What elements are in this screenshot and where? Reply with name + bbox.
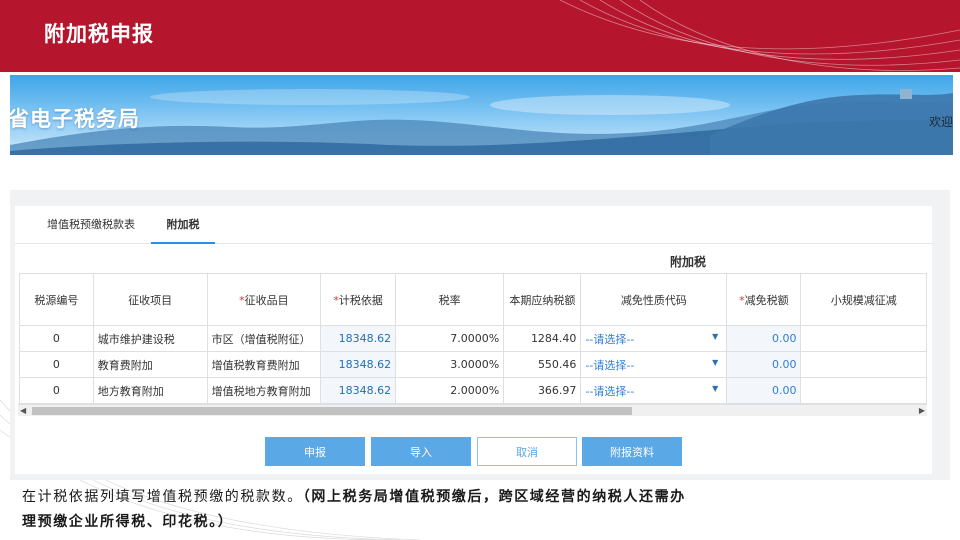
relief-code-select[interactable]: --请选择-- ▼	[580, 377, 728, 404]
caret-down-icon: ▼	[712, 332, 719, 341]
cell-source-no: 0	[19, 325, 94, 352]
basis-input[interactable]: 18348.62	[320, 377, 397, 404]
col-relief-amount: *减免税额	[726, 273, 802, 326]
cell-rate: 7.0000%	[395, 325, 505, 352]
col-tax: 本期应纳税额	[503, 273, 582, 326]
table-header-row: 税源编号 征收项目 *征收品目 *计税依据 税率 本期应纳税额 减免性质代码 *…	[19, 273, 927, 326]
cell-source-no: 0	[19, 351, 94, 378]
welcome-text: 欢迎	[928, 115, 953, 129]
cell-item: 教育费附加	[92, 351, 208, 378]
cell-rate: 2.0000%	[395, 377, 505, 404]
basis-input[interactable]: 18348.62	[320, 325, 397, 352]
title-bar: 附加税申报	[0, 0, 960, 72]
cell-sub-item: 增值税教育费附加	[206, 351, 322, 378]
relief-code-select[interactable]: --请选择-- ▼	[580, 351, 728, 378]
triangle-right-icon[interactable]: ▶	[919, 406, 925, 415]
cancel-button[interactable]: 取消	[477, 437, 577, 466]
banner-title: 省电子税务局	[10, 107, 140, 131]
cell-item: 城市维护建设税	[92, 325, 208, 352]
relief-amount-input[interactable]: 0.00	[726, 377, 802, 404]
group-header-surtax: 附加税	[669, 255, 706, 269]
tax-form-panel: 增值税预缴税款表 附加税 附加税 税源编号 征收项目 *征收品目 *计税依据 税…	[15, 206, 932, 474]
relief-amount-input[interactable]: 0.00	[726, 351, 802, 378]
cell-rate: 3.0000%	[395, 351, 505, 378]
col-basis: *计税依据	[320, 273, 397, 326]
tab-surtax[interactable]: 附加税	[151, 206, 215, 244]
import-button[interactable]: 导入	[371, 437, 471, 466]
cell-small-scale	[800, 325, 927, 352]
triangle-left-icon[interactable]: ◀	[20, 406, 26, 415]
col-source-no: 税源编号	[19, 273, 94, 326]
col-sub-item: *征收品目	[206, 273, 322, 326]
caret-down-icon: ▼	[712, 358, 719, 367]
surtax-table: 税源编号 征收项目 *征收品目 *计税依据 税率 本期应纳税额 减免性质代码 *…	[19, 273, 927, 405]
scrollbar-thumb[interactable]	[32, 407, 632, 415]
table-row: 0 教育费附加 增值税教育费附加 18348.62 3.0000% 550.46…	[19, 351, 927, 378]
submit-button[interactable]: 申报	[265, 437, 365, 466]
slide-caption: 在计税依据列填写增值税预缴的税款数。（网上税务局增值税预缴后，跨区域经营的纳税人…	[22, 485, 922, 535]
col-rate: 税率	[395, 273, 505, 326]
basis-input[interactable]: 18348.62	[320, 351, 397, 378]
col-relief-code: 减免性质代码	[580, 273, 728, 326]
cell-tax: 366.97	[503, 377, 582, 404]
mountain-landscape-image	[10, 89, 953, 155]
cell-small-scale	[800, 351, 927, 378]
slide-title: 附加税申报	[44, 22, 154, 46]
attach-documents-button[interactable]: 附报资料	[582, 437, 682, 466]
caret-down-icon: ▼	[712, 384, 719, 393]
relief-code-select[interactable]: --请选择-- ▼	[580, 325, 728, 352]
tab-vat-prepayment[interactable]: 增值税预缴税款表	[31, 206, 151, 244]
cell-source-no: 0	[19, 377, 94, 404]
cell-small-scale	[800, 377, 927, 404]
surtax-grid: 税源编号 征收项目 *征收品目 *计税依据 税率 本期应纳税额 减免性质代码 *…	[19, 273, 927, 404]
horizontal-scrollbar[interactable]: ◀ ▶	[18, 404, 927, 416]
cell-sub-item: 增值税地方教育附加	[206, 377, 322, 404]
col-item: 征收项目	[92, 273, 208, 326]
caption-plain: 在计税依据列填写增值税预缴的税款数。	[22, 489, 303, 505]
slide: 附加税申报 省电子税务局 欢迎 增值税预缴税款表 附加税 附加税 税源编号 征收…	[0, 0, 960, 540]
tax-bureau-banner: 省电子税务局 欢迎	[10, 75, 953, 155]
col-small-scale: 小规模减征减	[800, 273, 927, 326]
caption-bold-line-1: （网上税务局增值税预缴后，跨区域经营的纳税人还需办	[302, 489, 686, 505]
cell-tax: 1284.40	[503, 325, 582, 352]
table-row: 0 地方教育附加 增值税地方教育附加 18348.62 2.0000% 366.…	[19, 377, 927, 404]
caption-bold-line-2: 理预缴企业所得税、印花税。）	[22, 514, 234, 530]
cell-item: 地方教育附加	[92, 377, 208, 404]
tab-bar: 增值税预缴税款表 附加税	[15, 206, 932, 244]
cell-tax: 550.46	[503, 351, 582, 378]
table-row: 0 城市维护建设税 市区（增值税附征） 18348.62 7.0000% 128…	[19, 325, 927, 352]
relief-amount-input[interactable]: 0.00	[726, 325, 802, 352]
cell-sub-item: 市区（增值税附征）	[206, 325, 322, 352]
